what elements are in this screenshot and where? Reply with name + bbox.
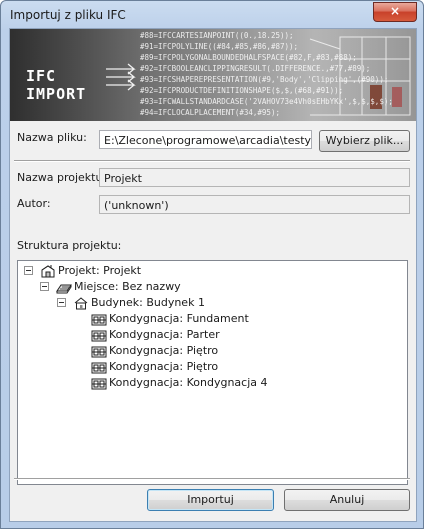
- import-button[interactable]: Importuj: [147, 489, 274, 511]
- tree-node-label: Kondygnacja: Parter: [109, 328, 220, 341]
- separator-top: [14, 160, 410, 162]
- dialog-body: #88=IFCCARTESIANPOINT((0.,18.25)); #91=IF…: [9, 28, 417, 522]
- file-name-label: Nazwa pliku:: [17, 131, 87, 144]
- site-icon: [56, 280, 72, 294]
- tree-node-label: Kondygnacja: Fundament: [109, 312, 249, 325]
- storey-icon: [91, 360, 107, 374]
- banner-code-line: #92=IFCBOOLEANCLIPPINGRESULT(.DIFFERENCE…: [140, 64, 370, 73]
- storey-icon: [91, 328, 107, 342]
- collapse-toggle-icon[interactable]: [57, 298, 66, 307]
- separator-bottom: [14, 478, 410, 480]
- tree-node-label: Kondygnacja: Kondygnacja 4: [109, 376, 268, 389]
- storey-icon: [91, 344, 107, 358]
- banner-title-line1: IFC: [26, 67, 57, 85]
- banner-code-line: #93=IFCSHAPEREPRESENTATION(#9,'Body','Cl…: [140, 75, 388, 84]
- window-title: Importuj z pliku IFC: [10, 8, 126, 22]
- tree-node-label: Kondygnacja: Piętro: [109, 344, 219, 357]
- author-field: ('unknown'): [99, 195, 410, 214]
- banner-code-line: #89=IFCPOLYGONALBOUNDEDHALFSPACE(#82,F,#…: [140, 53, 357, 62]
- tree-node-label: Miejsce: Bez nazwy: [74, 280, 181, 293]
- title-bar[interactable]: Importuj z pliku IFC ×: [1, 1, 423, 28]
- banner-title: IFC IMPORT: [26, 67, 86, 103]
- close-icon: ×: [389, 4, 401, 18]
- building-icon: [73, 296, 89, 310]
- banner-code-line: #91=IFCPOLYLINE((#84,#85,#86,#87));: [140, 42, 298, 51]
- tree-node-label: Kondygnacja: Piętro: [109, 360, 219, 373]
- dialog-window: Importuj z pliku IFC × #88=IFCCARTESIANP…: [0, 0, 424, 529]
- banner-code-line: #88=IFCCARTESIANPOINT((0.,18.25));: [140, 31, 294, 40]
- browse-file-button[interactable]: Wybierz plik...: [319, 130, 410, 152]
- collapse-toggle-icon[interactable]: [40, 282, 49, 291]
- cancel-button[interactable]: Anuluj: [284, 489, 410, 511]
- storey-icon: [91, 376, 107, 390]
- project-structure-label: Struktura projektu:: [17, 239, 122, 252]
- tree-node-label: Budynek: Budynek 1: [91, 296, 205, 309]
- project-name-field: Projekt: [99, 168, 410, 187]
- storey-icon: [91, 312, 107, 326]
- project-name-label: Nazwa projektu:: [17, 171, 107, 184]
- author-label: Autor:: [17, 197, 51, 210]
- close-button[interactable]: ×: [373, 2, 417, 22]
- ifc-import-banner: #88=IFCCARTESIANPOINT((0.,18.25)); #91=IF…: [10, 29, 416, 121]
- file-path-field[interactable]: E:\Zlecone\programowe\arcadia\testy\201: [99, 130, 312, 149]
- collapse-toggle-icon[interactable]: [24, 266, 33, 275]
- banner-code-line: #94=IFCLOCALPLACEMENT(#34,#95);: [140, 108, 280, 117]
- banner-code-line: #92=IFCPRODUCTDEFINITIONSHAPE($,$,(#68,#…: [140, 86, 343, 95]
- tree-node-label: Projekt: Projekt: [58, 264, 142, 277]
- banner-code-line: #93=IFCWALLSTANDARDCASE('2VAHOV73e4Vh0sE…: [140, 97, 393, 106]
- project-structure-tree[interactable]: Projekt: Projekt Miejsce: Bez nazwy Budy…: [17, 260, 408, 485]
- banner-title-line2: IMPORT: [26, 85, 87, 103]
- project-icon: [40, 264, 56, 278]
